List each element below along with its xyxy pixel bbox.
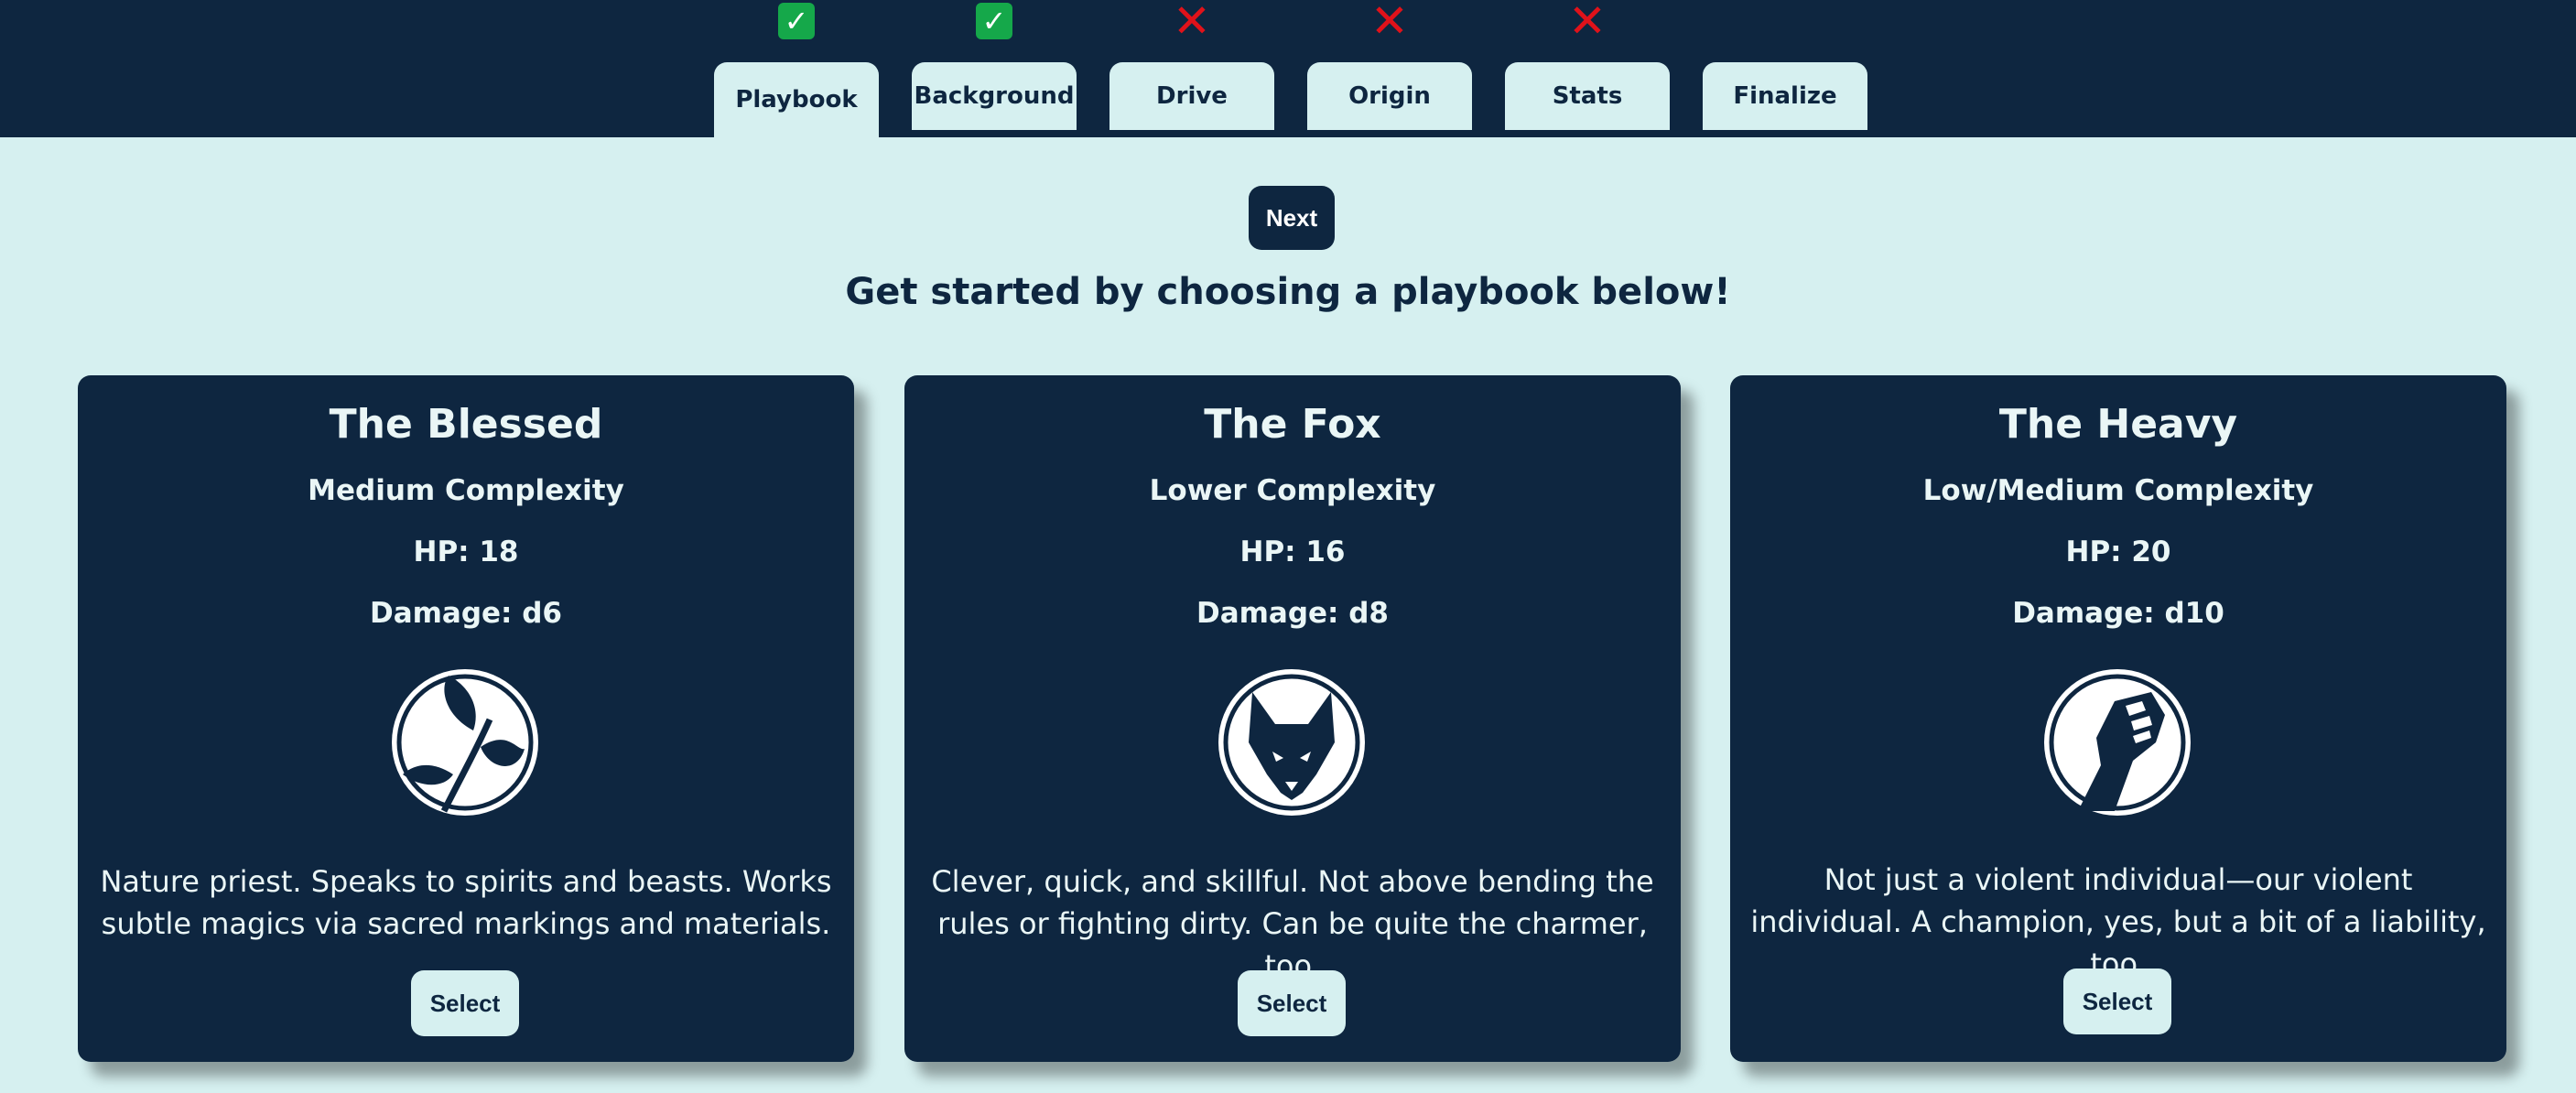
card-title: The Blessed <box>329 401 603 448</box>
card-description: Not just a violent individual—our violen… <box>1750 862 2486 981</box>
leaf-sprout-icon <box>392 669 538 816</box>
tab-background[interactable]: Background <box>912 62 1077 130</box>
tab-label: Finalize <box>1733 82 1837 110</box>
playbook-card-fox: The Fox Lower Complexity HP: 16 Damage: … <box>904 375 1681 1062</box>
card-hp: HP: 20 <box>2065 536 2171 568</box>
card-damage: Damage: d6 <box>369 597 563 630</box>
card-description: Nature priest. Speaks to spirits and bea… <box>100 864 832 941</box>
tab-label: Playbook <box>735 86 858 114</box>
cross-mark-icon: ✕ <box>1173 0 1211 48</box>
select-fox-button[interactable]: Select <box>1238 970 1346 1036</box>
tab-label: Background <box>914 82 1075 110</box>
tab-status-todo: ✕ <box>1109 0 1274 48</box>
fox-head-icon <box>1218 669 1365 816</box>
card-complexity: Medium Complexity <box>308 474 624 507</box>
tab-status-todo: ✕ <box>1307 0 1472 48</box>
tab-stats[interactable]: Stats <box>1505 62 1670 130</box>
tab-finalize[interactable]: Finalize <box>1703 62 1867 130</box>
card-hp: HP: 18 <box>413 536 519 568</box>
next-button[interactable]: Next <box>1249 186 1335 250</box>
tab-origin[interactable]: Origin <box>1307 62 1472 130</box>
tab-label: Origin <box>1348 82 1431 110</box>
select-heavy-button[interactable]: Select <box>2063 969 2171 1034</box>
card-complexity: Lower Complexity <box>1149 474 1436 507</box>
card-title: The Heavy <box>1998 401 2238 448</box>
playbook-card-heavy: The Heavy Low/Medium Complexity HP: 20 D… <box>1730 375 2506 1062</box>
tab-status-todo: ✕ <box>1505 0 1670 48</box>
checkmark-icon: ✓ <box>778 3 815 39</box>
tab-label: Drive <box>1156 82 1228 110</box>
tab-status-done: ✓ <box>912 0 1077 42</box>
tab-playbook[interactable]: Playbook <box>714 62 879 137</box>
tab-drive[interactable]: Drive <box>1109 62 1274 130</box>
page-title: Get started by choosing a playbook below… <box>845 271 1731 313</box>
card-hp: HP: 16 <box>1239 536 1346 568</box>
raised-fist-icon <box>2044 669 2191 816</box>
cross-mark-icon: ✕ <box>1568 0 1607 48</box>
top-navigation-bar: ✓ Playbook ✓ Background ✕ Drive ✕ Origin… <box>0 0 2576 137</box>
card-complexity: Low/Medium Complexity <box>1922 474 2314 507</box>
card-damage: Damage: d10 <box>2012 597 2224 630</box>
card-title: The Fox <box>1204 401 1381 448</box>
card-description: Clever, quick, and skillful. Not above b… <box>931 864 1654 983</box>
card-damage: Damage: d8 <box>1196 597 1390 630</box>
playbook-card-blessed: The Blessed Medium Complexity HP: 18 Dam… <box>78 375 854 1062</box>
wizard-tabs: ✓ Playbook ✓ Background ✕ Drive ✕ Origin… <box>714 0 1867 137</box>
cross-mark-icon: ✕ <box>1370 0 1409 48</box>
checkmark-icon: ✓ <box>976 3 1012 39</box>
select-blessed-button[interactable]: Select <box>411 970 519 1036</box>
tab-label: Stats <box>1552 82 1623 110</box>
tab-status-done: ✓ <box>714 0 879 42</box>
